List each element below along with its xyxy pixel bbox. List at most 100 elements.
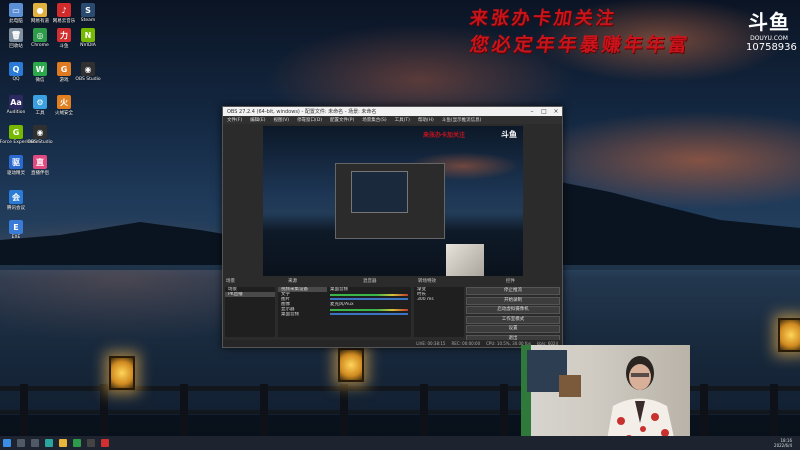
nested-preview-window-inner [351, 171, 408, 213]
desktop-icon[interactable]: N NVIDIA [76, 28, 100, 52]
app-icon: ⚙ [33, 95, 47, 109]
desktop-icon[interactable]: ♪ 网易云音乐 [52, 3, 76, 27]
desktop-icon[interactable]: 直直播伴侣 [28, 155, 52, 179]
desktop-icon[interactable]: ▭ 此电脑 [4, 3, 28, 27]
desktop-icon[interactable]: S Steam [76, 3, 100, 27]
settings-button[interactable]: 设置 [466, 325, 560, 333]
menu-docks[interactable]: 停靠窗口(D) [297, 117, 322, 123]
desktop-icon-label: 微信 [35, 78, 45, 83]
obs-taskbar-icon[interactable] [87, 439, 95, 447]
app-icon: Aa [9, 95, 23, 109]
desktop-icon[interactable]: E EXE [4, 220, 28, 244]
edge-icon[interactable] [45, 439, 53, 447]
desktop-icon-label: QQ [12, 77, 20, 82]
douyu-logo-url: DOUYU.COM [750, 35, 788, 42]
scene-item[interactable]: PK直播 [225, 292, 275, 297]
volume-meter [330, 294, 408, 296]
desktop-icon[interactable]: GGeForce Experience [0, 125, 38, 149]
window-controls: – □ × [526, 108, 562, 115]
menu-view[interactable]: 视图(V) [273, 117, 289, 123]
desktop-icon[interactable]: ◉ OBS Studio [27, 125, 53, 149]
controls-header: 控件 [506, 278, 515, 284]
promo-calligraphy-line1: 来张办卡加关注 [468, 8, 619, 29]
desktop-icon[interactable]: Q QQ [4, 62, 28, 86]
scenes-header: 场景 [226, 278, 235, 284]
menu-scene-collection[interactable]: 场景集合(S) [362, 117, 386, 123]
douyu-taskbar-icon[interactable] [101, 439, 109, 447]
source-item[interactable]: 桌面音频 [278, 312, 328, 317]
minimize-icon[interactable]: – [526, 108, 538, 115]
volume-meter [330, 309, 408, 311]
promo-calligraphy-line2: 您必定年年暴赚年年富 [468, 34, 692, 56]
desktop-icon[interactable]: 火火绒安全 [52, 95, 76, 119]
app-icon: ♪ [57, 3, 71, 17]
desktop-icon-label: OBS Studio [75, 77, 101, 82]
desktop-icon[interactable]: ⚙ 工具 [28, 95, 52, 119]
app-icon: ◎ [33, 28, 47, 42]
desktop-icon[interactable]: ◎ Chrome [28, 28, 52, 52]
preview-calligraphy: 来张办卡加关注 [423, 132, 466, 139]
desktop-icon[interactable]: W 微信 [28, 62, 52, 86]
desktop-icon[interactable]: 力斗鱼 [52, 28, 76, 52]
douyu-logo-mark: 斗鱼 [748, 10, 790, 34]
task-view-icon[interactable] [31, 439, 39, 447]
app-icon: ◉ [33, 125, 47, 139]
desktop-icon-label: 回收站 [9, 44, 23, 49]
app-icon: E [9, 220, 23, 234]
desktop-icon[interactable]: G 游戏 [52, 62, 76, 86]
menu-profile[interactable]: 配置文件(P) [330, 117, 354, 123]
desktop-icon-label: EXE [11, 235, 21, 240]
chrome-icon[interactable] [73, 439, 81, 447]
desktop-icon[interactable]: 驱驱动精灵 [4, 155, 28, 179]
taskbar: 18:16 2022/6/4 [0, 436, 800, 450]
obs-window[interactable]: OBS 27.2.4 (64-bit, windows) - 配置文件: 未命名… [222, 106, 563, 348]
webcam-overlay [521, 345, 690, 450]
search-icon[interactable] [17, 439, 25, 447]
status-live: LIVE: 00:38:15 [416, 341, 446, 346]
desktop-icon[interactable]: ◉ OBS Studio [75, 62, 101, 86]
menu-tools[interactable]: 工具(T) [395, 117, 410, 123]
menu-help[interactable]: 帮助(H) [418, 117, 434, 123]
app-icon: S [81, 3, 95, 17]
audio-mixer: 桌面音频 麦克风/Aux [327, 287, 411, 337]
desktop-icon-label: OBS Studio [27, 140, 53, 145]
stop-streaming-button[interactable]: 停止推流 [466, 287, 560, 295]
desktop-icon-label: 斗鱼 [59, 44, 69, 49]
desktop-icon-label: 网易有道 [31, 19, 49, 24]
system-tray-clock[interactable]: 18:16 2022/6/4 [774, 438, 800, 448]
menu-edit[interactable]: 编辑(E) [250, 117, 265, 123]
menu-douyu[interactable]: 斗鱼(显示推流信息) [442, 117, 482, 123]
desktop-icon[interactable]: 会腾讯会议 [4, 190, 28, 214]
desktop-icon[interactable]: Aa Audition [4, 95, 28, 119]
desktop-icon[interactable]: 🗑 回收站 [4, 28, 28, 52]
transitions-header: 转场特效 [418, 278, 436, 284]
menu-file[interactable]: 文件(F) [227, 117, 242, 123]
app-icon: 直 [33, 155, 47, 169]
obs-docks: 场景 来源 混音器 转场特效 控件 场景 PK直播 视频采集设备 文字 图片 图… [223, 277, 562, 347]
maximize-icon[interactable]: □ [538, 108, 550, 115]
app-icon: W [33, 62, 47, 76]
mixer-channel-label: 麦克风/Aux [330, 302, 354, 307]
sources-list[interactable]: 视频采集设备 文字 图片 图像 显示器 桌面音频 [278, 287, 328, 337]
close-icon[interactable]: × [550, 108, 562, 115]
virtual-camera-button[interactable]: 启动虚拟摄像机 [466, 306, 560, 314]
obs-preview[interactable]: 来张办卡加关注 斗鱼 [263, 126, 523, 276]
controls-panel: 停止推流 开始录制 启动虚拟摄像机 工作室模式 设置 退出 [466, 287, 560, 343]
file-explorer-icon[interactable] [59, 439, 67, 447]
scenes-list[interactable]: 场景 PK直播 [225, 287, 275, 337]
windows-start-icon[interactable] [3, 439, 11, 447]
desktop-icon-label: Steam [80, 18, 96, 23]
sources-header: 来源 [288, 278, 297, 284]
app-icon: 力 [57, 28, 71, 42]
volume-slider[interactable] [330, 313, 408, 315]
desktop-icon[interactable]: ● 网易有道 [28, 3, 52, 27]
obs-menu-bar: 文件(F) 编辑(E) 视图(V) 停靠窗口(D) 配置文件(P) 场景集合(S… [223, 116, 562, 124]
transition-duration[interactable]: 300 ms [414, 297, 464, 302]
desktop-icon-label: Audition [6, 110, 26, 115]
volume-slider[interactable] [330, 298, 408, 300]
start-recording-button[interactable]: 开始录制 [466, 296, 560, 305]
studio-mode-button[interactable]: 工作室模式 [466, 315, 560, 324]
obs-title-bar[interactable]: OBS 27.2.4 (64-bit, windows) - 配置文件: 未命名… [223, 107, 562, 116]
desktop-icon-label: Chrome [31, 43, 49, 48]
mixer-channel-label: 桌面音频 [330, 287, 348, 292]
